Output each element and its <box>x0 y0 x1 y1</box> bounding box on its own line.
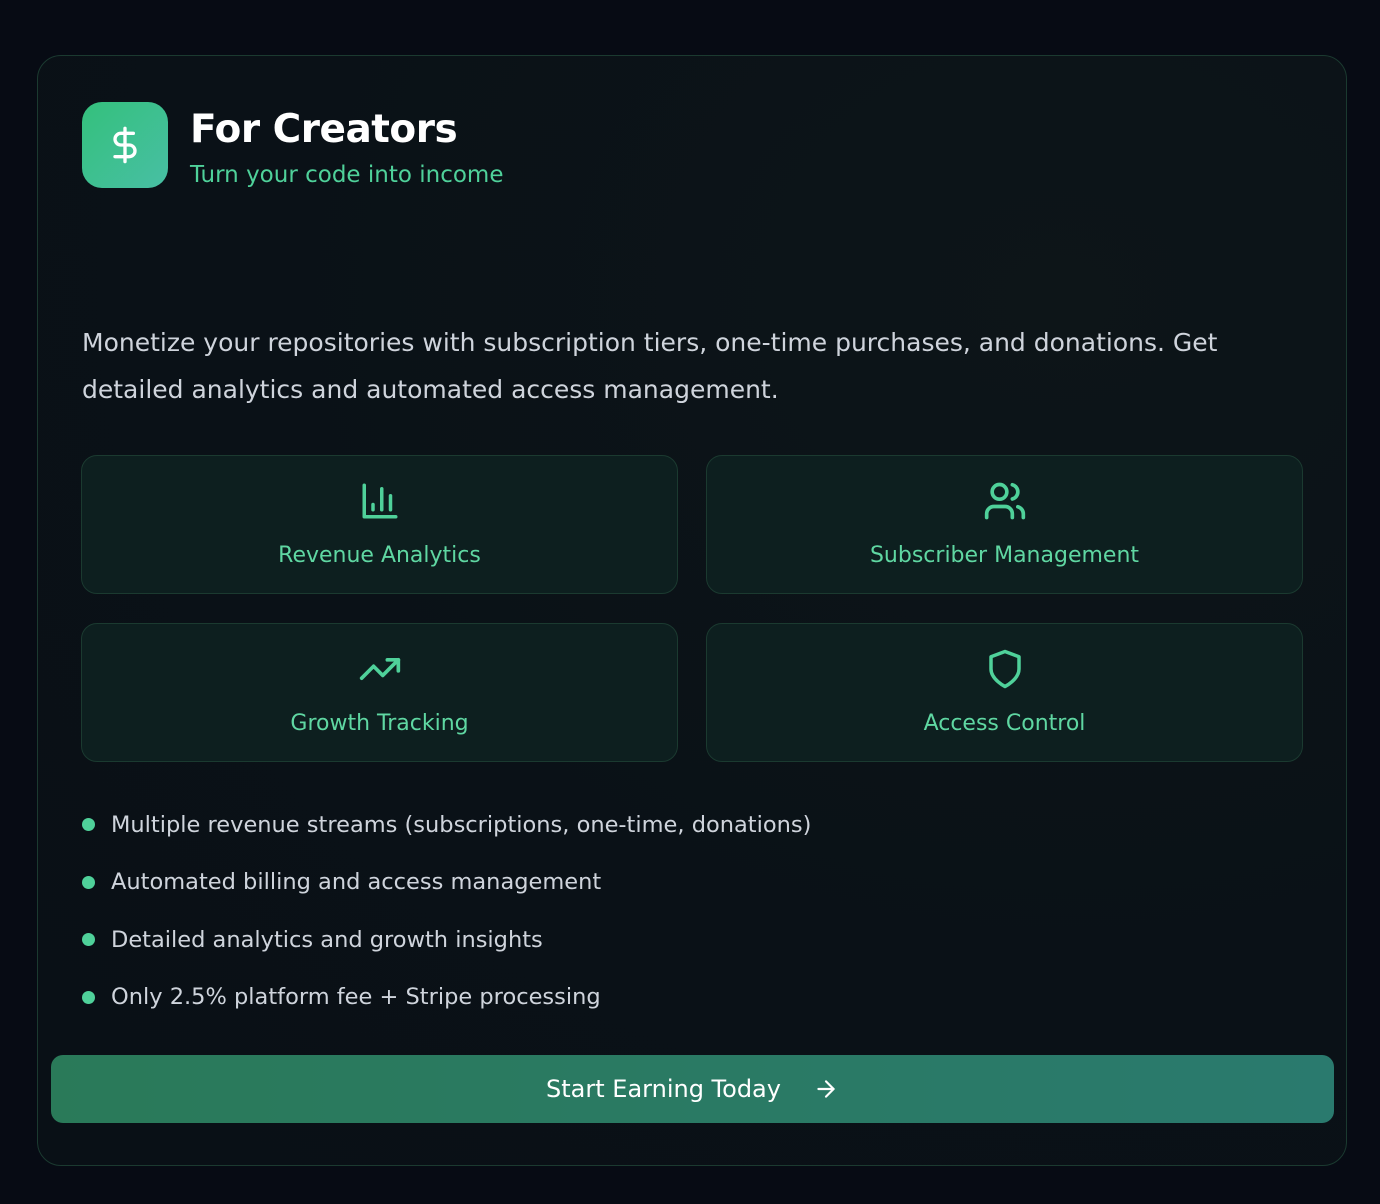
feature-label: Growth Tracking <box>290 711 469 736</box>
list-item-text: Detailed analytics and growth insights <box>111 926 543 953</box>
list-item-text: Automated billing and access management <box>111 869 602 895</box>
users-icon <box>983 479 1027 523</box>
list-item-text: Only 2.5% platform fee + Stripe processi… <box>111 984 601 1010</box>
feature-growth-tracking: Growth Tracking <box>81 623 678 762</box>
card-description: Monetize your repositories with subscrip… <box>82 328 1218 404</box>
feature-label: Revenue Analytics <box>278 543 481 568</box>
card-subtitle: Turn your code into income <box>190 162 504 188</box>
list-item: Detailed analytics and growth insights <box>82 921 811 958</box>
feature-access-control: Access Control <box>706 623 1303 762</box>
benefits-list: Multiple revenue streams (subscriptions,… <box>82 806 811 1036</box>
feature-label: Subscriber Management <box>869 543 1140 568</box>
bullet-dot-icon <box>82 875 95 889</box>
list-item: Multiple revenue streams (subscriptions,… <box>82 806 811 843</box>
arrow-right-icon <box>813 1076 839 1102</box>
logo-tile <box>82 102 168 188</box>
bullet-dot-icon <box>82 990 95 1004</box>
feature-revenue-analytics: Revenue Analytics <box>81 455 678 594</box>
shield-icon <box>983 647 1027 691</box>
feature-label: Access Control <box>923 711 1086 736</box>
trending-up-icon <box>358 647 402 691</box>
cta-label: Start Earning Today <box>546 1075 781 1103</box>
feature-subscriber-management: Subscriber Management <box>706 455 1303 594</box>
list-item: Only 2.5% platform fee + Stripe processi… <box>82 979 811 1016</box>
list-item: Automated billing and access management <box>82 864 811 901</box>
list-item-text: Multiple revenue streams (subscriptions,… <box>111 811 812 838</box>
bar-chart-icon <box>358 479 402 523</box>
bullet-dot-icon <box>82 818 95 831</box>
creators-card: For Creators Turn your code into income … <box>37 55 1347 1166</box>
dollar-icon <box>113 126 137 164</box>
card-title: For Creators <box>190 107 458 152</box>
bullet-dot-icon <box>82 933 95 946</box>
start-earning-button[interactable]: Start Earning Today <box>51 1055 1334 1123</box>
